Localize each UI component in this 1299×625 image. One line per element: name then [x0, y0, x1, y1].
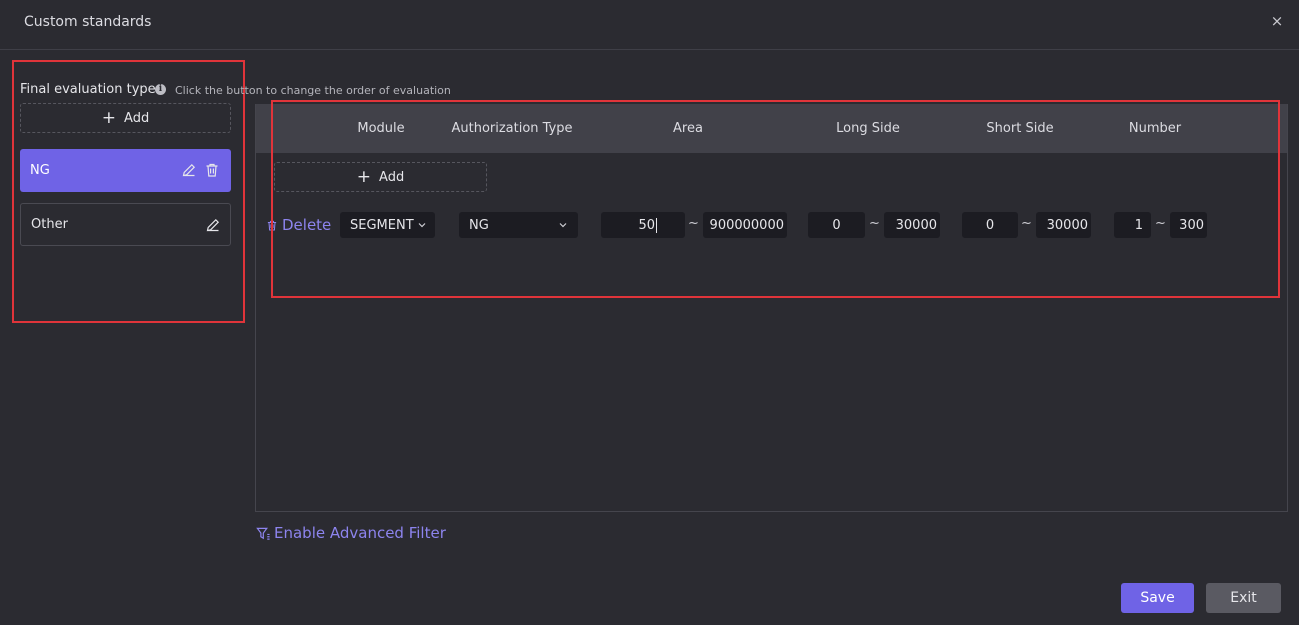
exit-button[interactable]: Exit [1206, 583, 1281, 613]
evaluation-type-label: Other [31, 217, 68, 232]
evaluation-type-label: NG [30, 163, 50, 178]
add-evaluation-type-button[interactable]: + Add [20, 103, 231, 133]
edit-icon[interactable] [205, 217, 221, 233]
add-evaluation-type-label: Add [124, 110, 150, 126]
evaluation-type-item-ng[interactable]: NG [20, 149, 231, 192]
evaluation-type-item-other[interactable]: Other [20, 203, 231, 246]
close-icon[interactable]: × [1268, 12, 1286, 30]
final-evaluation-type-label: Final evaluation type [20, 82, 156, 97]
evaluation-order-hint: Click the button to change the order of … [175, 84, 451, 97]
plus-icon: + [101, 107, 117, 128]
filter-icon [256, 527, 270, 540]
edit-icon[interactable] [181, 162, 197, 178]
trash-icon[interactable] [204, 162, 220, 178]
enable-advanced-filter-label: Enable Advanced Filter [274, 524, 446, 542]
enable-advanced-filter-link[interactable]: Enable Advanced Filter [256, 524, 446, 542]
info-icon[interactable]: i [155, 84, 166, 95]
save-button[interactable]: Save [1121, 583, 1194, 613]
header-divider [0, 49, 1299, 50]
dialog-title: Custom standards [24, 14, 152, 30]
rules-highlight-frame [271, 100, 1280, 298]
